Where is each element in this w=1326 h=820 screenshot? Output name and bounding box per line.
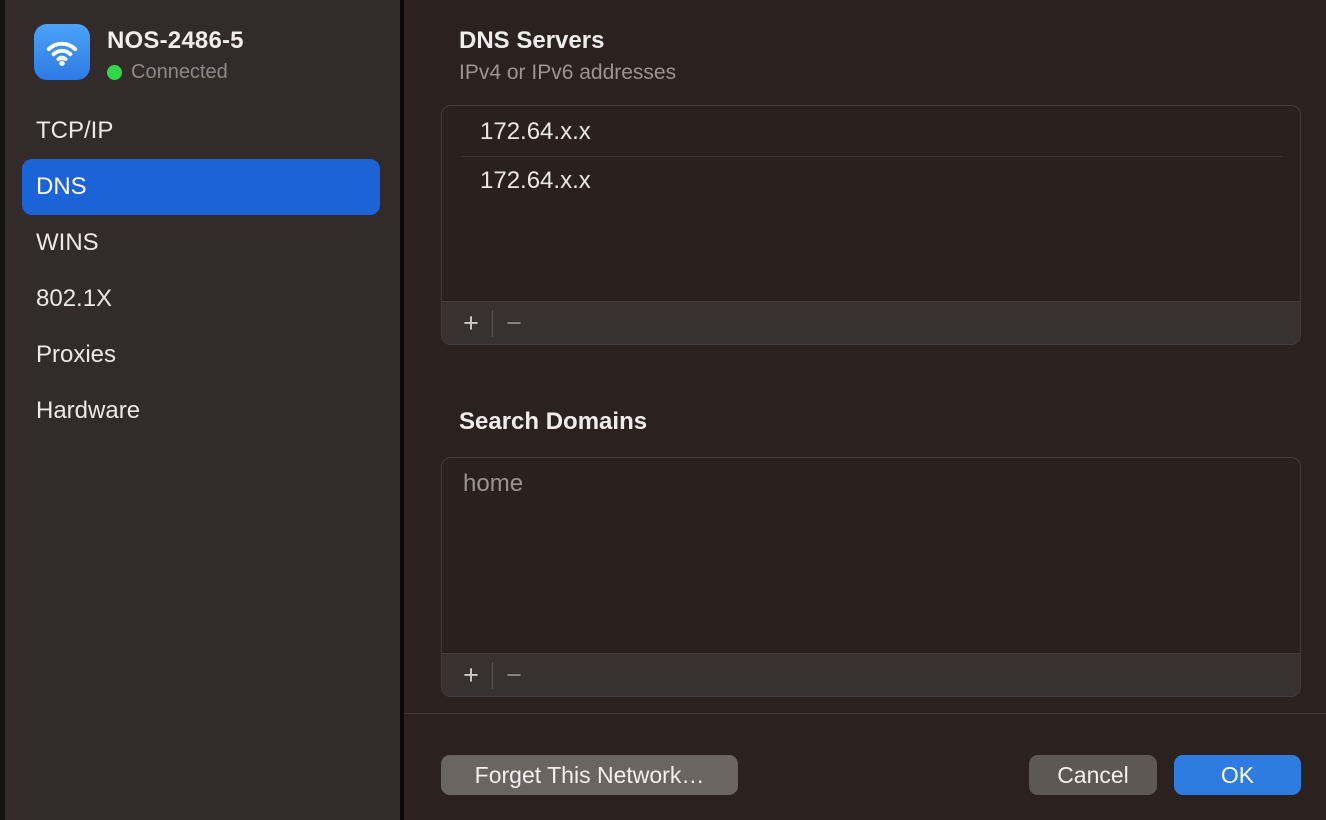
sidebar-item-proxies[interactable]: Proxies [22,327,380,383]
connection-status: Connected [107,61,244,83]
sidebar-item-dns[interactable]: DNS [22,159,380,215]
dns-servers-title: DNS Servers [459,28,1301,54]
dns-server-value: 172.64.x.x [480,118,591,146]
add-search-domain-button[interactable]: + [450,659,492,691]
dns-servers-listbox: 172.64.x.x 172.64.x.x + − [441,105,1301,345]
dns-server-row[interactable]: 172.64.x.x [442,157,1300,205]
sidebar-item-wins[interactable]: WINS [22,215,380,271]
forget-network-button[interactable]: Forget This Network… [441,755,738,795]
dns-server-value: 172.64.x.x [480,167,591,195]
dns-servers-subtitle: IPv4 or IPv6 addresses [459,60,1301,85]
sidebar-item-hardware[interactable]: Hardware [22,383,380,439]
network-name: NOS-2486-5 [107,27,244,55]
connection-meta: NOS-2486-5 Connected [107,24,244,83]
remove-search-domain-button[interactable]: − [493,659,535,691]
search-domains-listbox: home + − [441,457,1301,697]
remove-dns-server-button[interactable]: − [493,307,535,339]
search-domain-row[interactable]: home [442,460,1300,508]
cancel-button[interactable]: Cancel [1029,755,1157,795]
sidebar-item-8021x[interactable]: 802.1X [22,271,380,327]
footer-bar: Forget This Network… Cancel OK [441,755,1301,795]
footer-divider [404,713,1326,714]
ok-button[interactable]: OK [1174,755,1301,795]
search-domains-controls: + − [442,653,1300,696]
wifi-icon [34,24,90,80]
connection-header: NOS-2486-5 Connected [0,24,404,83]
dns-settings-panel: DNS Servers IPv4 or IPv6 addresses 172.6… [404,0,1326,820]
settings-nav: TCP/IP DNS WINS 802.1X Proxies Hardware [0,103,404,439]
dns-server-row[interactable]: 172.64.x.x [442,108,1300,156]
status-text: Connected [131,61,228,83]
window-edge [0,0,5,820]
sidebar-item-tcpip[interactable]: TCP/IP [22,103,380,159]
search-domain-value: home [463,470,523,498]
dns-servers-rows: 172.64.x.x 172.64.x.x [442,106,1300,301]
sidebar: NOS-2486-5 Connected TCP/IP DNS WINS 802… [0,0,404,820]
dns-servers-controls: + − [442,301,1300,344]
network-details-window: NOS-2486-5 Connected TCP/IP DNS WINS 802… [0,0,1326,820]
status-dot-icon [107,65,122,80]
search-domains-title: Search Domains [459,409,1301,435]
add-dns-server-button[interactable]: + [450,307,492,339]
search-domains-rows: home [442,458,1300,653]
